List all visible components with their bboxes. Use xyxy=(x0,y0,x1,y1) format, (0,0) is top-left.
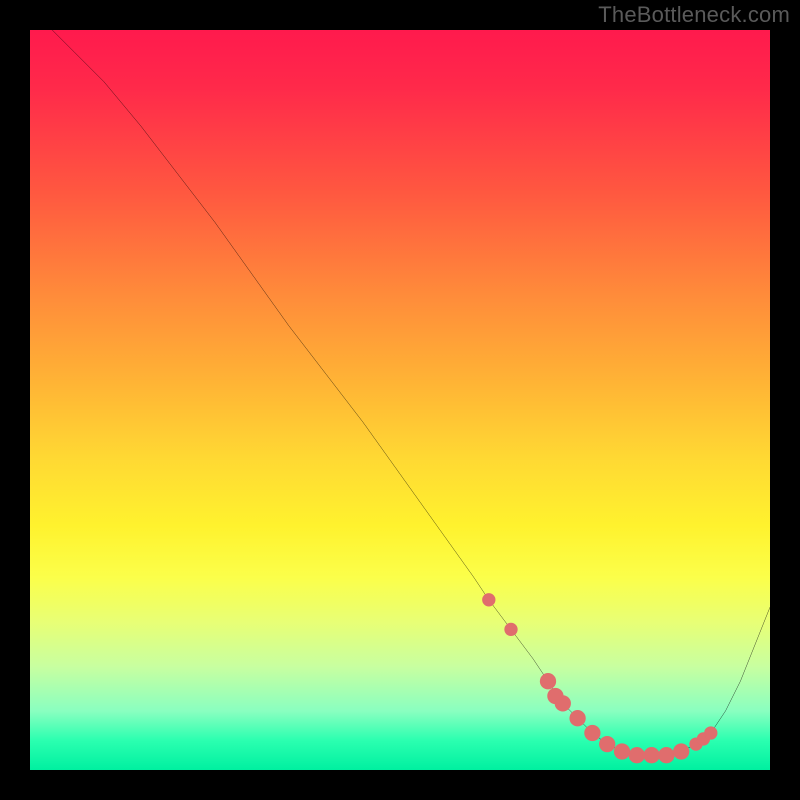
plot-area xyxy=(30,30,770,770)
chart-frame: TheBottleneck.com xyxy=(0,0,800,800)
marker-dot xyxy=(629,747,645,763)
marker-dot xyxy=(555,695,571,711)
marker-dot xyxy=(704,726,717,739)
marker-dot xyxy=(504,623,517,636)
bottleneck-curve xyxy=(30,15,770,755)
sweet-spot-markers xyxy=(482,593,717,763)
marker-dot xyxy=(599,736,615,752)
marker-dot xyxy=(584,725,600,741)
marker-dot xyxy=(569,710,585,726)
marker-dot xyxy=(614,743,630,759)
marker-dot xyxy=(482,593,495,606)
marker-dot xyxy=(643,747,659,763)
curve-svg xyxy=(30,30,770,770)
marker-dot xyxy=(658,747,674,763)
watermark-text: TheBottleneck.com xyxy=(598,2,790,28)
marker-dot xyxy=(673,743,689,759)
marker-dot xyxy=(540,673,556,689)
